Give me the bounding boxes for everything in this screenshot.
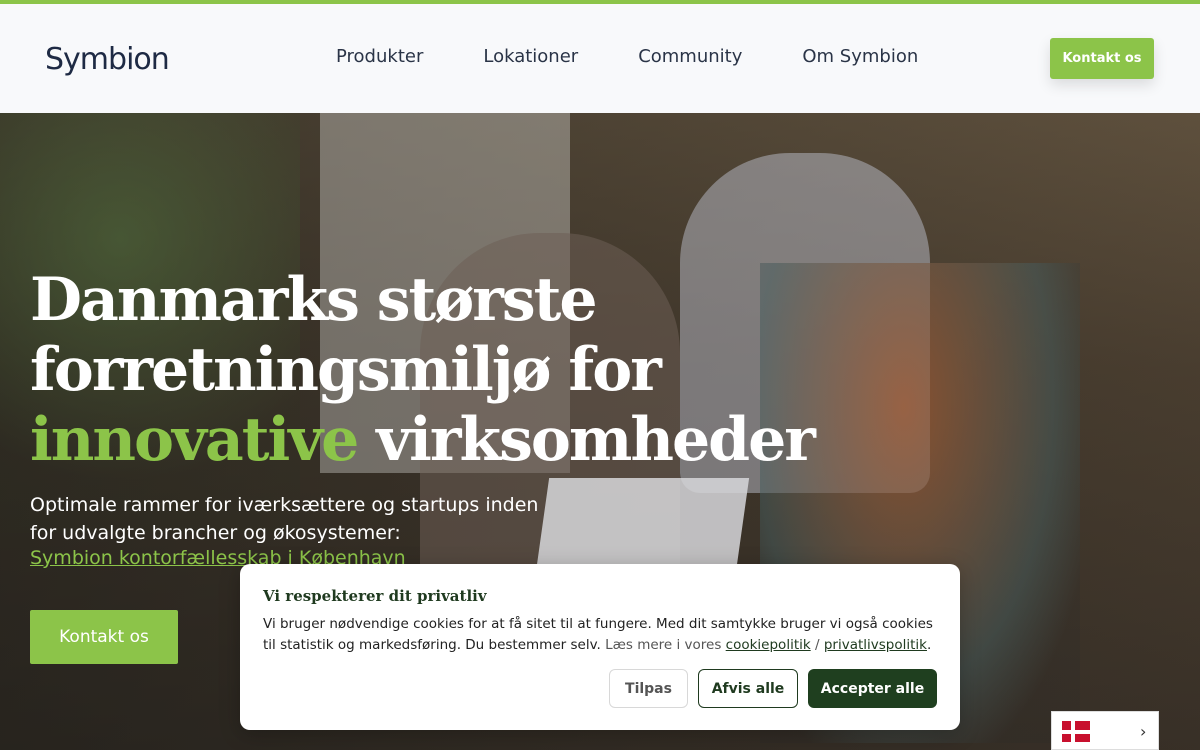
cookie-customize-button[interactable]: Tilpas	[609, 669, 688, 708]
site-header: Symbion Produkter Lokationer Community O…	[0, 4, 1200, 113]
denmark-flag-icon	[1062, 721, 1090, 742]
header-contact-button[interactable]: Kontakt os	[1050, 38, 1154, 79]
nav-community[interactable]: Community	[638, 46, 742, 67]
hero-contact-button[interactable]: Kontakt os	[30, 610, 178, 664]
cookie-accept-button[interactable]: Accepter alle	[808, 669, 937, 708]
hero-title: Danmarks største forretningsmiljø for in…	[30, 265, 830, 475]
cookie-policy-link[interactable]: cookiepolitik	[726, 637, 811, 653]
nav-om-symbion[interactable]: Om Symbion	[802, 46, 918, 67]
language-selector[interactable]: ›	[1051, 711, 1159, 750]
privacy-policy-link[interactable]: privatlivspolitik	[824, 637, 927, 653]
hero-title-line2: forretningsmiljø for	[30, 335, 662, 405]
chevron-right-icon: ›	[1140, 722, 1147, 741]
hero-title-accent: innovative	[30, 405, 359, 475]
cookie-separator: /	[810, 637, 824, 653]
cookie-text: Vi bruger nødvendige cookies for at få s…	[263, 614, 943, 656]
symbion-logo[interactable]: Symbion	[45, 42, 170, 77]
hero-title-rest: virksomheder	[357, 405, 816, 475]
main-nav: Produkter Lokationer Community Om Symbio…	[336, 46, 978, 67]
cookie-text-more: Læs mere i vores	[600, 637, 726, 653]
nav-lokationer[interactable]: Lokationer	[483, 46, 578, 67]
hero-subtitle: Optimale rammer for iværksættere og star…	[30, 494, 539, 544]
cookie-consent-dialog: Vi respekterer dit privatliv Vi bruger n…	[240, 564, 960, 730]
cookie-text-end: .	[926, 637, 932, 653]
hero-title-line1: Danmarks største	[30, 265, 598, 335]
nav-produkter[interactable]: Produkter	[336, 46, 423, 67]
cookie-title: Vi respekterer dit privatliv	[263, 587, 487, 605]
cookie-reject-button[interactable]: Afvis alle	[698, 669, 798, 708]
